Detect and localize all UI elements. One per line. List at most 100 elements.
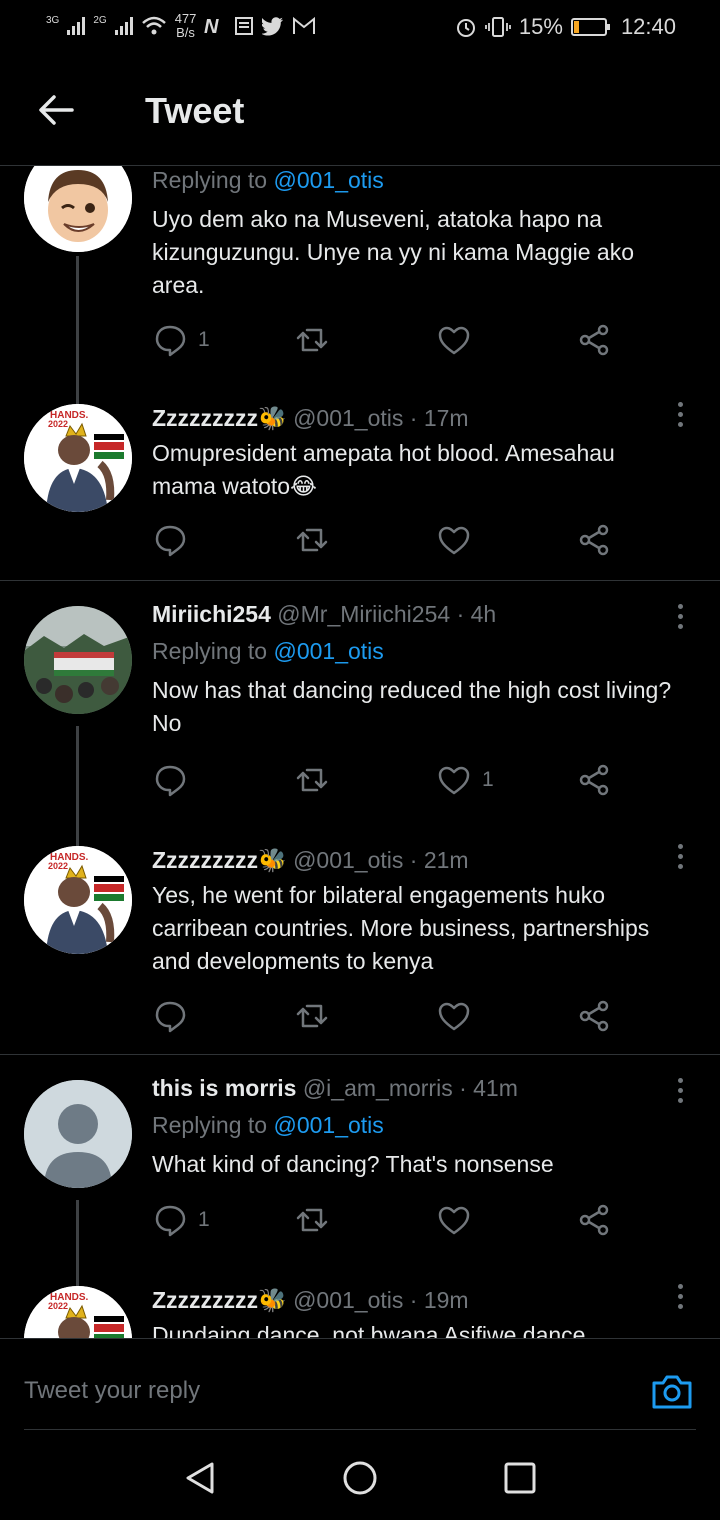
share-button[interactable] (576, 520, 612, 560)
reply-button[interactable] (152, 996, 198, 1036)
avatar[interactable]: HANDS. 2022 (24, 1286, 132, 1338)
display-name[interactable]: Zzzzzzzzz🐝 (152, 847, 287, 873)
user-handle[interactable]: @Mr_Miriichi254 (277, 601, 450, 627)
timestamp: · 41m (459, 1075, 518, 1101)
tweet-body: Replying to @001_otis Uyo dem ako na Mus… (152, 166, 680, 302)
page-title: Tweet (145, 90, 245, 131)
home-circle-icon[interactable] (342, 1460, 378, 1496)
thread-line (76, 1200, 79, 1290)
tweet[interactable]: Replying to @001_otis Uyo dem ako na Mus… (0, 166, 720, 406)
replies-feed[interactable]: Replying to @001_otis Uyo dem ako na Mus… (0, 166, 720, 1338)
heart-icon (438, 326, 470, 355)
battery-percent: 15% (518, 14, 563, 39)
retweet-button[interactable] (294, 760, 330, 800)
user-handle[interactable]: @i_am_morris (303, 1075, 453, 1101)
comment-icon (155, 765, 186, 797)
replying-handle-link[interactable]: @001_otis (273, 1112, 383, 1138)
more-vertical-icon[interactable] (674, 1284, 686, 1314)
timestamp: · 4h (456, 601, 497, 627)
replying-handle-link[interactable]: @001_otis (273, 638, 383, 664)
like-button[interactable] (436, 320, 482, 360)
like-button[interactable] (436, 1200, 482, 1240)
retweet-button[interactable] (294, 320, 330, 360)
timestamp: · 21m (409, 847, 469, 873)
display-name[interactable]: Zzzzzzzzz🐝 (152, 405, 287, 431)
tweet[interactable]: Miriichi254 @Mr_Miriichi254 · 4h Replyin… (0, 598, 720, 846)
tweet-body: Zzzzzzzzz🐝 @001_otis · 17m Omupresident … (152, 402, 680, 503)
arrow-left-icon[interactable] (36, 90, 76, 130)
like-count: 1 (482, 768, 494, 791)
avatar[interactable] (24, 166, 132, 252)
tweet-body: Miriichi254 @Mr_Miriichi254 · 4h Replyin… (152, 598, 680, 740)
reply-count: 1 (198, 328, 210, 351)
avatar-year-label: 2022 (48, 1301, 68, 1311)
tweet[interactable]: HANDS. 2022 Zzzzzzzzz🐝 @001_otis · 21m Y… (0, 844, 720, 1054)
retweet-button[interactable] (294, 1200, 330, 1240)
tweet[interactable]: HANDS. 2022 Zzzzzzzzz🐝 @001_otis · 19m D… (0, 1284, 720, 1338)
retweet-button[interactable] (294, 520, 330, 560)
tweet-text: Omupresident amepata hot blood. Amesahau… (152, 440, 615, 499)
camera-icon[interactable] (650, 1371, 694, 1411)
tweet-meta: Zzzzzzzzz🐝 @001_otis · 21m (152, 844, 680, 877)
display-name[interactable]: Zzzzzzzzz🐝 (152, 1287, 287, 1313)
more-vertical-icon[interactable] (674, 604, 686, 634)
crowned-leader-avatar-image: HANDS. 2022 (24, 404, 132, 512)
retweet-icon (296, 328, 328, 352)
tweet-actions (152, 520, 622, 560)
tweet-actions (152, 996, 622, 1036)
default-user-avatar-icon (24, 1080, 132, 1188)
tweet[interactable]: HANDS. 2022 Zzzzzzzzz🐝 @001_otis · 17m O… (0, 402, 720, 582)
reply-composer[interactable]: Tweet your reply (0, 1338, 720, 1430)
retweet-icon (296, 528, 328, 552)
avatar[interactable]: HANDS. 2022 (24, 846, 132, 954)
avatar[interactable] (24, 606, 132, 714)
replying-handle-link[interactable]: @001_otis (273, 167, 383, 193)
reply-button[interactable]: 1 (152, 320, 210, 360)
more-vertical-icon[interactable] (674, 1078, 686, 1108)
timestamp: · 17m (409, 405, 469, 431)
back-triangle-icon[interactable] (182, 1460, 218, 1496)
retweet-button[interactable] (294, 996, 330, 1036)
tweet-meta: Zzzzzzzzz🐝 @001_otis · 19m (152, 1284, 680, 1317)
share-icon (579, 324, 609, 356)
retweet-icon (296, 1004, 328, 1028)
share-button[interactable] (576, 996, 612, 1036)
recents-square-icon[interactable] (502, 1460, 538, 1496)
reply-button[interactable] (152, 760, 198, 800)
clock: 12:40 (620, 14, 676, 39)
display-name[interactable]: this is morris (152, 1075, 296, 1101)
comment-icon (155, 1205, 186, 1237)
avatar[interactable] (24, 1080, 132, 1188)
reply-button[interactable]: 1 (152, 1200, 210, 1240)
tweet-meta: this is morris @i_am_morris · 41m (152, 1072, 680, 1105)
share-button[interactable] (576, 320, 612, 360)
thread-line (76, 256, 79, 406)
user-handle[interactable]: @001_otis (293, 1287, 403, 1313)
tweet-text: What kind of dancing? That's nonsense (152, 1151, 554, 1177)
replying-label: Replying to (152, 167, 268, 193)
like-button[interactable] (436, 996, 482, 1036)
display-name[interactable]: Miriichi254 (152, 601, 271, 627)
reply-button[interactable] (152, 520, 198, 560)
tweet[interactable]: this is morris @i_am_morris · 41m Replyi… (0, 1072, 720, 1290)
reply-input[interactable]: Tweet your reply (24, 1377, 200, 1405)
like-button[interactable]: 1 (436, 760, 494, 800)
tweet-body: this is morris @i_am_morris · 41m Replyi… (152, 1072, 680, 1181)
avatar[interactable]: HANDS. 2022 (24, 404, 132, 512)
network-3g-label: 3G (46, 14, 60, 26)
thread-line (76, 726, 79, 846)
speed-unit: B/s (176, 25, 195, 40)
share-icon (579, 764, 609, 796)
more-vertical-icon[interactable] (674, 402, 686, 432)
more-vertical-icon[interactable] (674, 844, 686, 874)
retweet-icon (296, 1208, 328, 1232)
user-handle[interactable]: @001_otis (293, 405, 403, 431)
like-button[interactable] (436, 520, 482, 560)
share-button[interactable] (576, 1200, 612, 1240)
status-bar: 3G 2G 477 B/s N 15% 12:40 (0, 0, 720, 56)
gmail-icon (293, 16, 316, 34)
user-handle[interactable]: @001_otis (293, 847, 403, 873)
signal-icon (67, 17, 86, 35)
replying-to: Replying to @001_otis (152, 635, 680, 668)
share-button[interactable] (576, 760, 612, 800)
